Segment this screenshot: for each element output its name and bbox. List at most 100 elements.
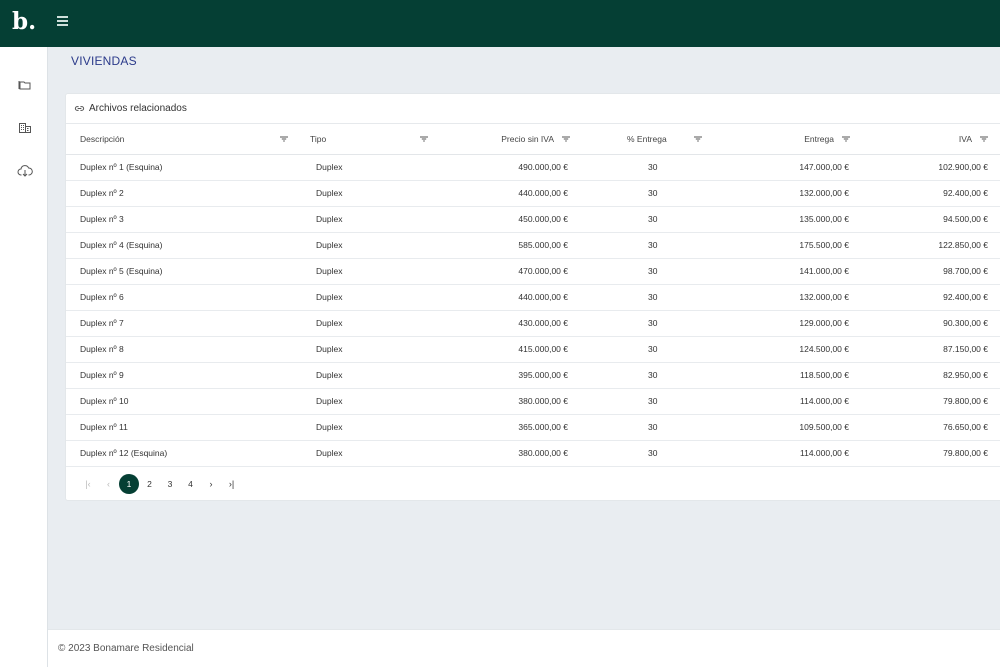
cell-entrega: 135.000,00 € [716, 206, 858, 233]
column-header-precio[interactable]: Precio sin IVA [436, 124, 578, 155]
cell-pct-entrega: 30 [578, 440, 716, 467]
cell-precio: 430.000,00 € [436, 310, 578, 337]
cell-descripcion: Duplex nº 7 [66, 310, 296, 337]
page-button-4[interactable]: 4 [181, 474, 201, 494]
column-header-tipo[interactable]: Tipo [296, 124, 436, 155]
filter-icon[interactable] [842, 136, 850, 142]
column-header-descripcion[interactable]: Descripción [66, 124, 296, 155]
table-row[interactable]: Duplex nº 3 Duplex 450.000,00 €30 135.000,0… [66, 206, 1000, 233]
cell-tipo: Duplex [296, 180, 436, 207]
cell-descripcion: Duplex nº 5 (Esquina) [66, 258, 296, 285]
page-button-3[interactable]: 3 [160, 474, 180, 494]
pagination: |‹ ‹ 1 2 3 4 › ›| [78, 474, 242, 494]
building-icon[interactable] [17, 120, 33, 136]
cell-iva: 76.650,00 € [858, 414, 1000, 441]
table-row[interactable]: Duplex nº 10 Duplex 380.000,00 €30 114.000,… [66, 388, 1000, 415]
cell-tipo: Duplex [296, 232, 436, 259]
cell-tipo: Duplex [296, 284, 436, 311]
cell-pct-entrega: 30 [578, 388, 716, 415]
table-row[interactable]: Duplex nº 6 Duplex 440.000,00 €30 132.000,0… [66, 284, 1000, 311]
cloud-download-icon[interactable] [17, 163, 33, 179]
filter-icon[interactable] [694, 136, 702, 142]
folder-icon[interactable] [17, 77, 33, 93]
cell-pct-entrega: 30 [578, 284, 716, 311]
table-row[interactable]: Duplex nº 4 (Esquina) Duplex 585.000,00 €3… [66, 232, 1000, 259]
last-page-button[interactable]: ›| [222, 474, 242, 494]
cell-precio: 415.000,00 € [436, 336, 578, 363]
hamburger-menu-icon[interactable] [57, 16, 69, 28]
cell-entrega: 132.000,00 € [716, 284, 858, 311]
table-row[interactable]: Duplex nº 7 Duplex 430.000,00 €30 129.000,0… [66, 310, 1000, 337]
viviendas-card: Archivos relacionados Descripción Tipo P… [65, 93, 1000, 501]
cell-descripcion: Duplex nº 8 [66, 336, 296, 363]
cell-iva: 92.400,00 € [858, 284, 1000, 311]
cell-precio: 395.000,00 € [436, 362, 578, 389]
cell-pct-entrega: 30 [578, 336, 716, 363]
cell-entrega: 147.000,00 € [716, 154, 858, 181]
page-button-1[interactable]: 1 [119, 474, 139, 494]
cell-tipo: Duplex [296, 206, 436, 233]
cell-pct-entrega: 30 [578, 258, 716, 285]
cell-tipo: Duplex [296, 440, 436, 467]
cell-descripcion: Duplex nº 12 (Esquina) [66, 440, 296, 467]
cell-iva: 90.300,00 € [858, 310, 1000, 337]
table-row[interactable]: Duplex nº 5 (Esquina) Duplex 470.000,00 €3… [66, 258, 1000, 285]
cell-descripcion: Duplex nº 2 [66, 180, 296, 207]
cell-iva: 92.400,00 € [858, 180, 1000, 207]
cell-entrega: 124.500,00 € [716, 336, 858, 363]
cell-tipo: Duplex [296, 362, 436, 389]
table-row[interactable]: Duplex nº 8 Duplex 415.000,00 €30 124.500,0… [66, 336, 1000, 363]
cell-iva: 82.950,00 € [858, 362, 1000, 389]
cell-pct-entrega: 30 [578, 414, 716, 441]
cell-pct-entrega: 30 [578, 154, 716, 181]
cell-entrega: 132.000,00 € [716, 180, 858, 207]
cell-pct-entrega: 30 [578, 232, 716, 259]
card-header: Archivos relacionados [66, 94, 1000, 124]
table-row[interactable]: Duplex nº 9 Duplex 395.000,00 €30 118.500,0… [66, 362, 1000, 389]
cell-entrega: 118.500,00 € [716, 362, 858, 389]
cell-pct-entrega: 30 [578, 362, 716, 389]
cell-entrega: 175.500,00 € [716, 232, 858, 259]
filter-icon[interactable] [562, 136, 570, 142]
column-header-pct-entrega[interactable]: % Entrega [578, 124, 716, 155]
cell-descripcion: Duplex nº 1 (Esquina) [66, 154, 296, 181]
cell-entrega: 109.500,00 € [716, 414, 858, 441]
page-button-2[interactable]: 2 [140, 474, 160, 494]
table-row[interactable]: Duplex nº 12 (Esquina) Duplex 380.000,00 €… [66, 440, 1000, 467]
cell-descripcion: Duplex nº 11 [66, 414, 296, 441]
table-row[interactable]: Duplex nº 1 (Esquina) Duplex 490.000,00 €3… [66, 154, 1000, 181]
table-header-row: Descripción Tipo Precio sin IVA % Entreg… [66, 124, 1000, 155]
cell-entrega: 114.000,00 € [716, 440, 858, 467]
cell-descripcion: Duplex nº 10 [66, 388, 296, 415]
cell-tipo: Duplex [296, 388, 436, 415]
cell-descripcion: Duplex nº 6 [66, 284, 296, 311]
cell-precio: 440.000,00 € [436, 180, 578, 207]
first-page-button[interactable]: |‹ [78, 474, 98, 494]
prev-page-button[interactable]: ‹ [99, 474, 119, 494]
cell-iva: 122.850,00 € [858, 232, 1000, 259]
next-page-button[interactable]: › [201, 474, 221, 494]
filter-icon[interactable] [280, 136, 288, 142]
table-row[interactable]: Duplex nº 11 Duplex 365.000,00 €30 109.500,… [66, 414, 1000, 441]
cell-descripcion: Duplex nº 4 (Esquina) [66, 232, 296, 259]
card-title[interactable]: Archivos relacionados [89, 103, 187, 114]
footer: © 2023 Bonamare Residencial [48, 629, 1000, 667]
brand-logo[interactable]: b. [12, 8, 36, 36]
cell-tipo: Duplex [296, 154, 436, 181]
cell-tipo: Duplex [296, 336, 436, 363]
column-header-iva[interactable]: IVA [858, 124, 1000, 155]
page-title: VIVIENDAS [71, 54, 137, 68]
filter-icon[interactable] [420, 136, 428, 142]
cell-iva: 87.150,00 € [858, 336, 1000, 363]
filter-icon[interactable] [980, 136, 988, 142]
cell-precio: 450.000,00 € [436, 206, 578, 233]
column-header-entrega[interactable]: Entrega [716, 124, 858, 155]
cell-tipo: Duplex [296, 258, 436, 285]
cell-precio: 365.000,00 € [436, 414, 578, 441]
cell-tipo: Duplex [296, 310, 436, 337]
cell-pct-entrega: 30 [578, 310, 716, 337]
cell-pct-entrega: 30 [578, 206, 716, 233]
cell-entrega: 141.000,00 € [716, 258, 858, 285]
cell-precio: 585.000,00 € [436, 232, 578, 259]
table-row[interactable]: Duplex nº 2 Duplex 440.000,00 €30 132.000,0… [66, 180, 1000, 207]
